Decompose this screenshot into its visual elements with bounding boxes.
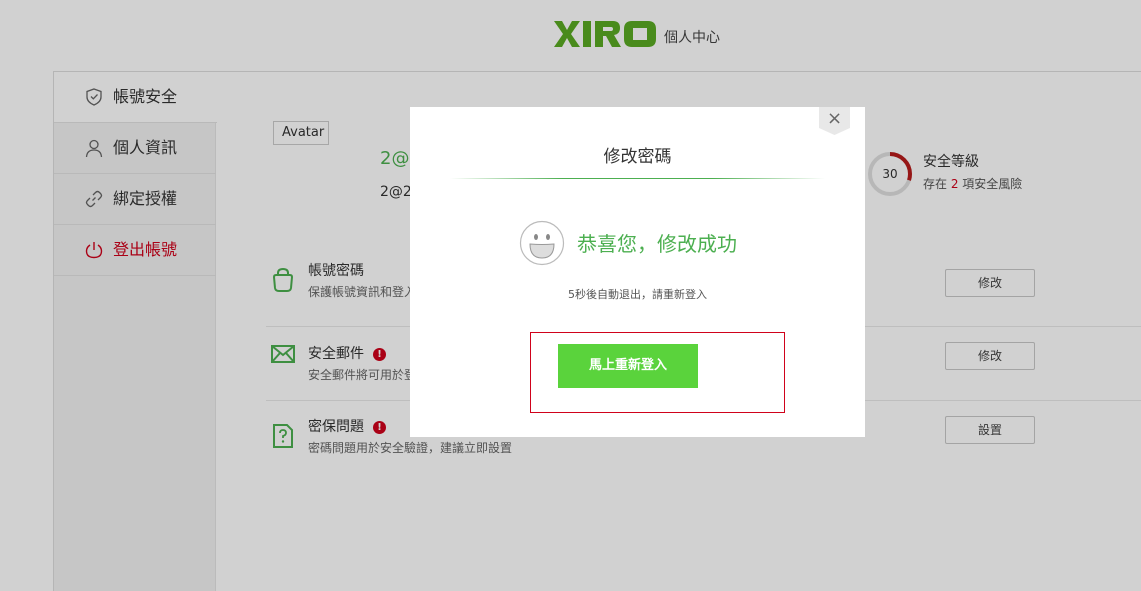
change-password-modal: × 修改密碼 恭喜您，修改成功 5秒後自動退出，請重新登入 馬上重新登入 <box>410 107 865 437</box>
countdown-text: 5秒後自動退出，請重新登入 <box>568 288 707 301</box>
close-icon[interactable]: × <box>819 108 850 130</box>
relogin-button[interactable]: 馬上重新登入 <box>558 344 698 388</box>
smiley-icon <box>519 220 565 266</box>
modal-title: 修改密碼 <box>603 147 672 167</box>
success-message: 恭喜您，修改成功 <box>577 232 737 256</box>
title-divider <box>450 178 825 179</box>
